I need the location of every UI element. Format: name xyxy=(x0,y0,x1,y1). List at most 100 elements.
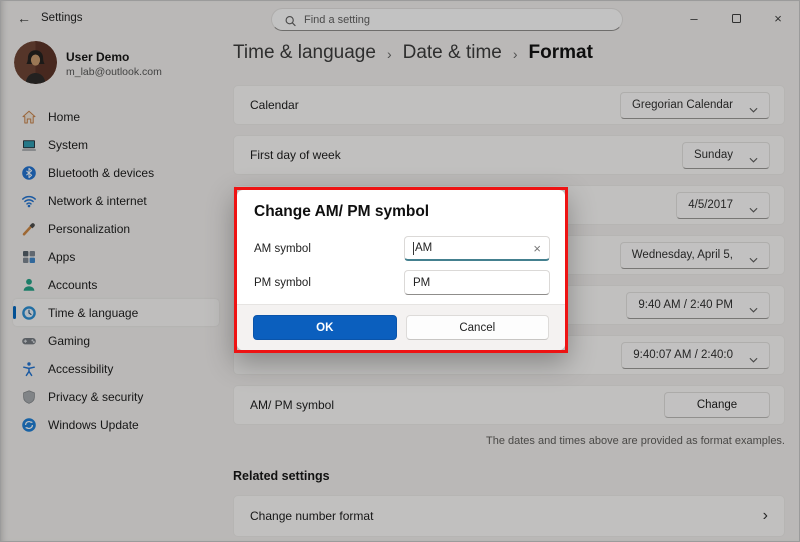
related-settings-heading: Related settings xyxy=(233,469,785,483)
selected-indicator xyxy=(13,306,16,319)
sidebar-item-label: Network & internet xyxy=(48,194,147,208)
change-button[interactable]: Change xyxy=(664,392,770,418)
am-symbol-input[interactable]: × xyxy=(404,236,550,261)
sidebar-item-accessibility[interactable]: Accessibility xyxy=(13,355,219,382)
search-input[interactable] xyxy=(304,14,610,26)
sidebar-item-privacy-security[interactable]: Privacy & security xyxy=(13,383,219,410)
dropdown-value: 9:40:07 AM / 2:40:0 xyxy=(633,349,733,361)
chevron-down-icon xyxy=(749,202,758,208)
annotation-highlight-box: Change AM/ PM symbol AM symbol × PM symb… xyxy=(234,187,568,353)
sidebar-item-home[interactable]: Home xyxy=(13,103,219,130)
sidebar-item-label: Gaming xyxy=(48,334,90,348)
avatar[interactable] xyxy=(14,41,57,84)
bluetooth-icon xyxy=(21,165,37,181)
breadcrumb-date-time[interactable]: Date & time xyxy=(403,42,502,64)
sidebar-item-label: Privacy & security xyxy=(48,390,143,404)
system-icon xyxy=(21,137,37,153)
search-icon xyxy=(284,13,297,26)
close-button[interactable]: × xyxy=(757,1,799,35)
user-name: User Demo xyxy=(66,50,129,64)
sidebar-item-label: Personalization xyxy=(48,222,130,236)
row-calendar: Calendar Gregorian Calendar xyxy=(233,85,785,125)
am-symbol-input-field[interactable] xyxy=(415,242,529,254)
personalization-icon xyxy=(21,221,37,237)
sidebar-item-apps[interactable]: Apps xyxy=(13,243,219,270)
gaming-icon xyxy=(21,333,37,349)
pm-symbol-input[interactable] xyxy=(404,270,550,295)
chevron-down-icon xyxy=(749,302,758,308)
dropdown-value: 4/5/2017 xyxy=(688,199,733,211)
accounts-icon xyxy=(21,277,37,293)
network-icon xyxy=(21,193,37,209)
pm-symbol-input-field[interactable] xyxy=(413,277,541,289)
dropdown-value: Sunday xyxy=(694,149,733,161)
change-am-pm-dialog: Change AM/ PM symbol AM symbol × PM symb… xyxy=(237,190,565,350)
sidebar-item-label: Bluetooth & devices xyxy=(48,166,154,180)
short-time-dropdown[interactable]: 9:40 AM / 2:40 PM xyxy=(626,292,770,319)
sidebar-item-label: Time & language xyxy=(48,306,138,320)
pm-symbol-field-row: PM symbol xyxy=(254,270,550,295)
sidebar-item-bluetooth-devices[interactable]: Bluetooth & devices xyxy=(13,159,219,186)
chevron-down-icon xyxy=(749,102,758,108)
maximize-button[interactable] xyxy=(715,1,757,35)
sidebar-item-network-internet[interactable]: Network & internet xyxy=(13,187,219,214)
row-am-pm-symbol: AM/ PM symbol Change xyxy=(233,385,785,425)
chevron-down-icon xyxy=(749,352,758,358)
dropdown-value: Wednesday, April 5, xyxy=(632,249,733,261)
search-box[interactable] xyxy=(271,8,623,31)
breadcrumb-time-language[interactable]: Time & language xyxy=(233,42,376,64)
user-email: m_lab@outlook.com xyxy=(66,66,162,78)
sidebar-nav: Home System Bluetooth & devices Network … xyxy=(13,103,219,439)
first-day-dropdown[interactable]: Sunday xyxy=(682,142,770,169)
sidebar-item-time-language[interactable]: Time & language xyxy=(13,299,219,326)
accessibility-icon xyxy=(21,361,37,377)
page-title: Format xyxy=(529,42,593,64)
pm-symbol-label: PM symbol xyxy=(254,277,404,289)
settings-window: ← Settings – × User Demo m_lab@outlook.c… xyxy=(0,0,800,542)
row-label: Calendar xyxy=(250,98,299,112)
sidebar-item-gaming[interactable]: Gaming xyxy=(13,327,219,354)
chevron-down-icon xyxy=(749,152,758,158)
sidebar-item-label: System xyxy=(48,138,88,152)
app-title: Settings xyxy=(41,12,83,24)
sidebar-item-label: Windows Update xyxy=(48,418,139,432)
dropdown-value: 9:40 AM / 2:40 PM xyxy=(638,299,733,311)
chevron-right-icon: › xyxy=(387,44,392,62)
time-language-icon xyxy=(21,305,37,321)
sidebar-item-label: Apps xyxy=(48,250,75,264)
minimize-button[interactable]: – xyxy=(673,1,715,35)
related-row-label: Change number format xyxy=(250,509,373,523)
chevron-down-icon xyxy=(749,252,758,258)
sidebar-item-personalization[interactable]: Personalization xyxy=(13,215,219,242)
windows-update-icon xyxy=(21,417,37,433)
row-label: First day of week xyxy=(250,148,341,162)
row-first-day-of-week: First day of week Sunday xyxy=(233,135,785,175)
row-label: AM/ PM symbol xyxy=(250,398,334,412)
sidebar-item-accounts[interactable]: Accounts xyxy=(13,271,219,298)
sidebar-item-windows-update[interactable]: Windows Update xyxy=(13,411,219,438)
sidebar-item-label: Accounts xyxy=(48,278,97,292)
format-examples-caption: The dates and times above are provided a… xyxy=(233,435,785,447)
change-number-format-row[interactable]: Change number format › xyxy=(233,495,785,537)
back-icon[interactable]: ← xyxy=(17,10,31,26)
cancel-button[interactable]: Cancel xyxy=(406,315,550,340)
long-date-dropdown[interactable]: Wednesday, April 5, xyxy=(620,242,770,269)
chevron-right-icon: › xyxy=(763,507,768,525)
am-symbol-field-row: AM symbol × xyxy=(254,236,550,261)
short-date-dropdown[interactable]: 4/5/2017 xyxy=(676,192,770,219)
am-symbol-label: AM symbol xyxy=(254,243,404,255)
sidebar-item-system[interactable]: System xyxy=(13,131,219,158)
maximize-icon xyxy=(732,14,741,23)
long-time-dropdown[interactable]: 9:40:07 AM / 2:40:0 xyxy=(621,342,770,369)
window-controls: – × xyxy=(673,1,799,35)
ok-button[interactable]: OK xyxy=(253,315,397,340)
home-icon xyxy=(21,109,37,125)
calendar-dropdown[interactable]: Gregorian Calendar xyxy=(620,92,770,119)
clear-icon[interactable]: × xyxy=(533,242,541,255)
dialog-footer: OK Cancel xyxy=(237,304,565,350)
shield-icon xyxy=(21,389,37,405)
sidebar: User Demo m_lab@outlook.com Home System … xyxy=(1,37,229,541)
chevron-right-icon: › xyxy=(513,44,518,62)
apps-icon xyxy=(21,249,37,265)
sidebar-item-label: Home xyxy=(48,110,80,124)
